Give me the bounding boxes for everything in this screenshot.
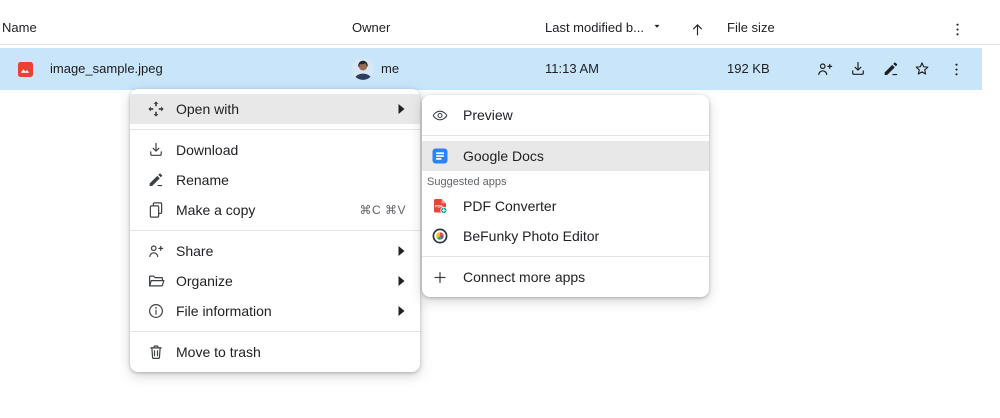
header-divider bbox=[0, 44, 1000, 45]
list-header: Name Owner Last modified b... File size bbox=[0, 12, 1000, 44]
submenu-item-befunky[interactable]: BeFunky Photo Editor bbox=[422, 221, 709, 251]
file-size: 192 KB bbox=[727, 48, 770, 90]
folder-organize-icon bbox=[147, 272, 165, 290]
owner-avatar bbox=[352, 58, 374, 80]
menu-item-organize[interactable]: Organize bbox=[130, 266, 420, 296]
chevron-right-icon bbox=[396, 103, 406, 115]
submenu-item-preview[interactable]: Preview bbox=[422, 100, 709, 130]
owner-name: me bbox=[381, 48, 399, 90]
plus-icon bbox=[432, 269, 448, 285]
menu-item-label: Download bbox=[176, 142, 406, 158]
menu-item-file-information[interactable]: File information bbox=[130, 296, 420, 326]
suggested-apps-label: Suggested apps bbox=[422, 171, 709, 191]
chevron-right-icon bbox=[396, 245, 406, 257]
submenu-item-label: BeFunky Photo Editor bbox=[463, 228, 695, 244]
submenu-item-label: PDF Converter bbox=[463, 198, 695, 214]
submenu-item-label: Google Docs bbox=[463, 148, 695, 164]
menu-item-label: Open with bbox=[176, 101, 396, 117]
menu-item-open-with[interactable]: Open with bbox=[130, 94, 420, 124]
trash-icon bbox=[147, 343, 165, 361]
menu-divider bbox=[422, 135, 709, 136]
file-row-selected[interactable]: image_sample.jpeg me 11:13 AM 192 KB bbox=[0, 48, 982, 90]
header-more-options-icon[interactable] bbox=[948, 20, 966, 38]
download-icon bbox=[147, 141, 165, 159]
menu-item-download[interactable]: Download bbox=[130, 135, 420, 165]
open-with-submenu: Preview Google Docs Suggested apps PDF P… bbox=[422, 95, 709, 297]
menu-divider bbox=[422, 256, 709, 257]
file-name: image_sample.jpeg bbox=[50, 48, 163, 90]
menu-item-move-to-trash[interactable]: Move to trash bbox=[130, 337, 420, 367]
pdf-converter-icon: PDF bbox=[432, 198, 448, 214]
row-more-options-icon[interactable] bbox=[947, 60, 965, 78]
menu-divider bbox=[130, 230, 420, 231]
menu-divider bbox=[130, 129, 420, 130]
column-header-owner: Owner bbox=[352, 12, 390, 44]
star-icon[interactable] bbox=[913, 60, 931, 78]
menu-item-rename[interactable]: Rename bbox=[130, 165, 420, 195]
column-header-name[interactable]: Name bbox=[2, 12, 37, 44]
befunky-photo-editor-icon bbox=[432, 228, 448, 244]
menu-item-label: Organize bbox=[176, 273, 396, 289]
menu-item-label: Share bbox=[176, 243, 396, 259]
image-file-icon bbox=[18, 62, 33, 77]
context-menu: Open with Download Rename Make a copy ⌘C… bbox=[130, 89, 420, 372]
submenu-item-label: Preview bbox=[463, 107, 695, 123]
column-header-file-size: File size bbox=[727, 12, 775, 44]
menu-item-label: Rename bbox=[176, 172, 406, 188]
menu-item-label: File information bbox=[176, 303, 396, 319]
submenu-item-google-docs[interactable]: Google Docs bbox=[422, 141, 709, 171]
rename-pencil-icon[interactable] bbox=[882, 60, 900, 78]
info-icon bbox=[147, 302, 165, 320]
menu-divider bbox=[130, 331, 420, 332]
copy-icon bbox=[147, 201, 165, 219]
drive-file-list: Name Owner Last modified b... File size … bbox=[0, 0, 1000, 418]
menu-item-share[interactable]: Share bbox=[130, 236, 420, 266]
submenu-item-connect-more-apps[interactable]: Connect more apps bbox=[422, 262, 709, 292]
preview-eye-icon bbox=[432, 107, 448, 123]
google-docs-icon bbox=[432, 148, 448, 164]
menu-item-label: Make a copy bbox=[176, 202, 359, 218]
submenu-item-pdf-converter[interactable]: PDF PDF Converter bbox=[422, 191, 709, 221]
keyboard-shortcut: ⌘C ⌘V bbox=[359, 203, 406, 217]
column-header-last-modified[interactable]: Last modified b... bbox=[545, 12, 663, 44]
menu-item-label: Move to trash bbox=[176, 344, 406, 360]
submenu-item-label: Connect more apps bbox=[463, 269, 695, 285]
file-modified-time: 11:13 AM bbox=[545, 48, 599, 90]
menu-item-make-a-copy[interactable]: Make a copy ⌘C ⌘V bbox=[130, 195, 420, 225]
last-modified-label: Last modified b... bbox=[545, 12, 644, 44]
download-icon[interactable] bbox=[849, 60, 867, 78]
rename-pencil-icon bbox=[147, 171, 165, 189]
caret-down-icon bbox=[651, 12, 663, 44]
chevron-right-icon bbox=[396, 305, 406, 317]
share-person-add-icon[interactable] bbox=[816, 60, 834, 78]
chevron-right-icon bbox=[396, 275, 406, 287]
open-with-icon bbox=[147, 100, 165, 118]
sort-direction-arrow-up-icon[interactable] bbox=[688, 20, 706, 38]
share-person-add-icon bbox=[147, 242, 165, 260]
